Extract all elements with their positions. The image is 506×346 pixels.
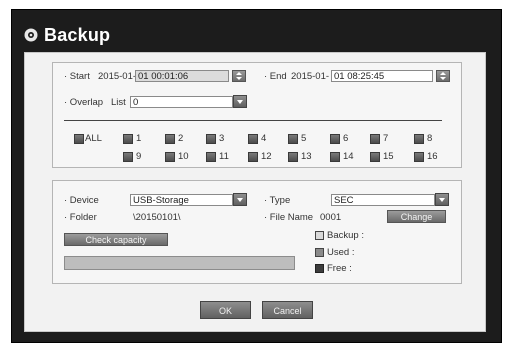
channel-all-checkbox[interactable]: [74, 134, 84, 144]
cancel-button[interactable]: Cancel: [262, 301, 313, 319]
overlap-list-label: List: [111, 97, 126, 108]
channel-6-checkbox[interactable]: [330, 134, 340, 144]
folder-label: · Folder: [64, 212, 97, 223]
channel-8-label: 8: [427, 133, 433, 144]
channel-6-label: 6: [343, 133, 349, 144]
file-name-value: 0001: [320, 212, 342, 223]
device-dropdown-button[interactable]: [233, 193, 247, 206]
channel-4-checkbox[interactable]: [248, 134, 258, 144]
end-date: 2015-01-: [291, 71, 330, 82]
channel-14-label: 14: [343, 151, 354, 162]
channel-10-checkbox[interactable]: [165, 152, 175, 162]
channel-15-label: 15: [383, 151, 394, 162]
channel-10-label: 10: [178, 151, 189, 162]
overlap-dropdown-button[interactable]: [233, 95, 247, 108]
end-time-field[interactable]: 01 08:25:45: [331, 70, 433, 82]
type-select[interactable]: SEC: [331, 194, 435, 206]
channel-9-label: 9: [136, 151, 142, 162]
change-button[interactable]: Change: [387, 210, 446, 223]
overlap-label: · Overlap: [64, 97, 104, 108]
channel-14-checkbox[interactable]: [330, 152, 340, 162]
capacity-bar: [64, 256, 295, 270]
device-select[interactable]: USB-Storage: [130, 194, 233, 206]
overlap-select[interactable]: 0: [130, 96, 233, 108]
channel-4-label: 4: [261, 133, 267, 144]
channel-15-checkbox[interactable]: [370, 152, 380, 162]
channel-13-label: 13: [301, 151, 312, 162]
channel-1-checkbox[interactable]: [123, 134, 133, 144]
check-capacity-button[interactable]: Check capacity: [64, 233, 168, 246]
start-label: · Start: [64, 71, 90, 82]
channel-16-label: 16: [427, 151, 438, 162]
folder-value: \20150101\: [133, 212, 181, 223]
used-legend-label: Used :: [327, 247, 355, 258]
channel-12-label: 12: [261, 151, 272, 162]
channel-7-label: 7: [383, 133, 389, 144]
divider: [64, 120, 442, 121]
channel-3-label: 3: [219, 133, 225, 144]
channel-7-checkbox[interactable]: [370, 134, 380, 144]
backup-legend-swatch: [315, 231, 324, 240]
channel-2-label: 2: [178, 133, 184, 144]
title-bar: Backup: [24, 24, 110, 46]
used-legend-swatch: [315, 248, 324, 257]
device-label: · Device: [64, 195, 99, 206]
channel-5-checkbox[interactable]: [288, 134, 298, 144]
channel-11-checkbox[interactable]: [206, 152, 216, 162]
channel-13-checkbox[interactable]: [288, 152, 298, 162]
channel-5-label: 5: [301, 133, 307, 144]
free-legend-swatch: [315, 264, 324, 273]
channel-8-checkbox[interactable]: [414, 134, 424, 144]
end-label: · End: [264, 71, 287, 82]
channel-1-label: 1: [136, 133, 142, 144]
type-dropdown-button[interactable]: [435, 193, 449, 206]
start-time-field[interactable]: 01 00:01:06: [135, 70, 229, 82]
start-spinner[interactable]: [232, 70, 246, 82]
file-name-label: · File Name: [264, 212, 314, 223]
channel-12-checkbox[interactable]: [248, 152, 258, 162]
dialog-title: Backup: [44, 24, 111, 45]
ok-button[interactable]: OK: [200, 301, 251, 319]
backup-legend-label: Backup :: [327, 230, 364, 241]
channel-9-checkbox[interactable]: [123, 152, 133, 162]
backup-icon: [24, 28, 38, 42]
channel-all-label: ALL: [85, 133, 102, 144]
channel-16-checkbox[interactable]: [414, 152, 424, 162]
end-spinner[interactable]: [436, 70, 450, 82]
channel-3-checkbox[interactable]: [206, 134, 216, 144]
start-date: 2015-01-: [98, 71, 137, 82]
free-legend-label: Free :: [327, 263, 352, 274]
channel-2-checkbox[interactable]: [165, 134, 175, 144]
channel-11-label: 11: [219, 151, 229, 162]
type-label: · Type: [264, 195, 291, 206]
